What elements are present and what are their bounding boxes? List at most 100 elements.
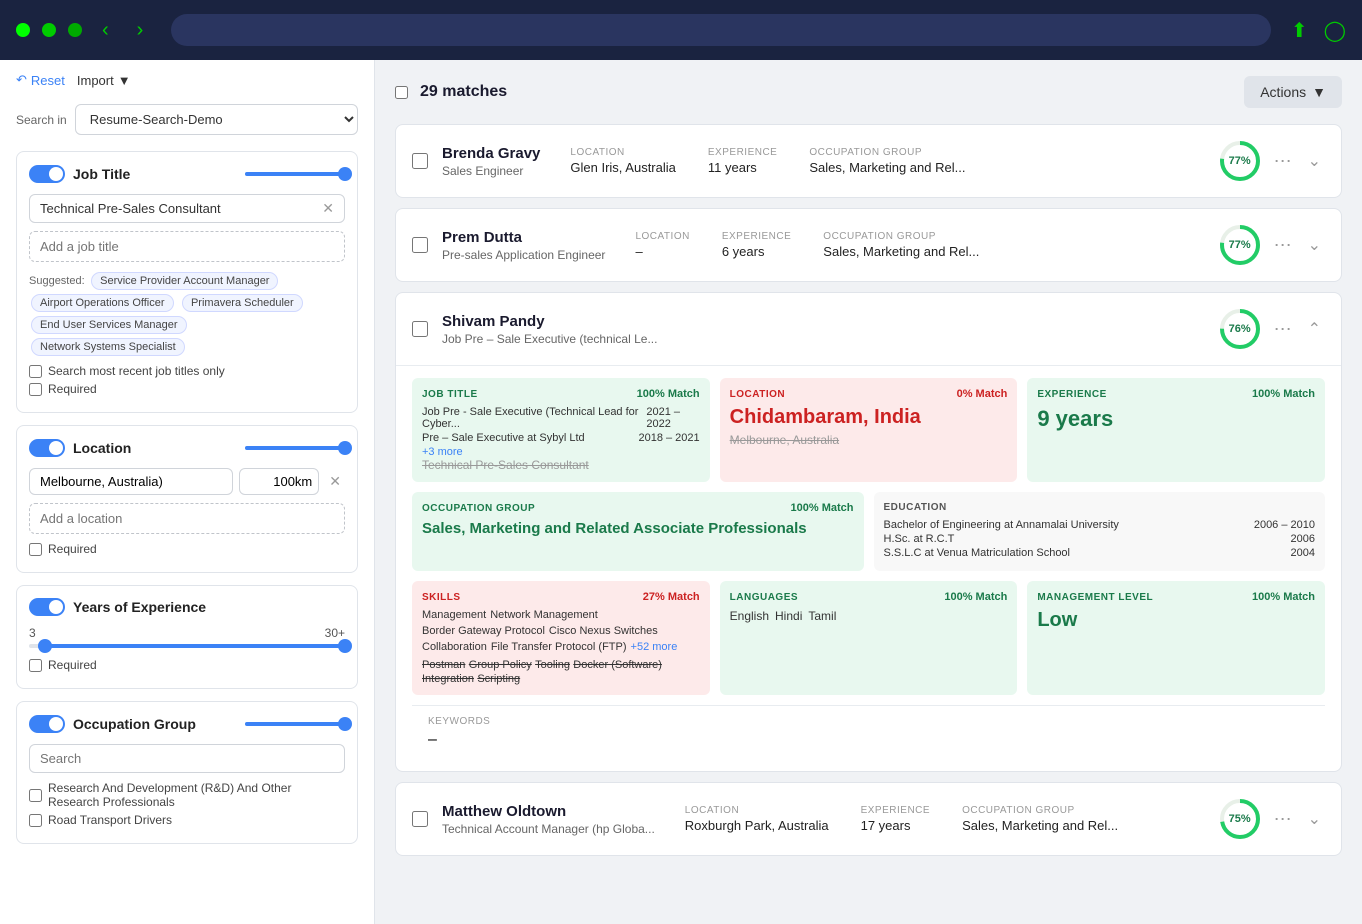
shivam-exp-header: EXPERIENCE 100% Match	[1037, 388, 1315, 400]
shivam-skills-more[interactable]: +52 more	[631, 641, 678, 653]
job-title-slider[interactable]	[245, 172, 345, 176]
expand-brenda[interactable]: ⌄	[1304, 147, 1325, 175]
checkbox-required-exp[interactable]	[29, 659, 42, 672]
occupation-search-input[interactable]	[29, 744, 345, 773]
add-location-input[interactable]	[29, 503, 345, 534]
reset-icon: ↶	[16, 72, 27, 88]
suggestion-tag-5[interactable]: Network Systems Specialist	[31, 338, 185, 356]
reset-label: Reset	[31, 73, 65, 88]
location-toggle[interactable]	[29, 439, 65, 457]
candidate-title-shivam: Job Pre – Sale Executive (technical Le..…	[442, 332, 657, 346]
checkbox-required-location[interactable]	[29, 543, 42, 556]
shivam-loc-label: LOCATION	[730, 389, 785, 400]
shivam-mgmt-content: Low	[1037, 609, 1315, 632]
reset-button[interactable]: ↶ Reset	[16, 72, 65, 88]
remove-location[interactable]: ✕	[325, 468, 345, 495]
shivam-languages-block: LANGUAGES 100% Match English Hindi Tamil	[720, 581, 1018, 695]
candidate-checkbox-matthew[interactable]	[412, 811, 428, 827]
forward-button[interactable]: ›	[129, 15, 152, 46]
checkbox-recent-label: Search most recent job titles only	[48, 364, 225, 378]
checkbox-recent[interactable]	[29, 365, 42, 378]
suggested-label: Suggested:	[29, 275, 85, 287]
actions-button[interactable]: Actions ▼	[1244, 76, 1342, 108]
user-icon[interactable]: ◯	[1324, 18, 1346, 43]
occupation-list: Research And Development (R&D) And Other…	[29, 781, 345, 831]
remove-job-title[interactable]: ✕	[322, 200, 334, 217]
select-all-checkbox[interactable]	[395, 86, 408, 99]
shivam-jt-match: 100% Match	[637, 388, 700, 400]
shivam-edu-content: Bachelor of Engineering at Annamalai Uni…	[884, 519, 1316, 559]
suggestion-tag-3[interactable]: Primavera Scheduler	[182, 294, 303, 312]
candidate-name-shivam[interactable]: Shivam Pandy	[442, 313, 657, 330]
more-options-brenda[interactable]: ⋯	[1270, 147, 1296, 176]
collapse-shivam[interactable]: ⌃	[1304, 315, 1325, 343]
job-title-toggle[interactable]	[29, 165, 65, 183]
candidate-title-matthew: Technical Account Manager (hp Globa...	[442, 822, 655, 836]
score-brenda: 77%	[1218, 139, 1262, 183]
upload-icon[interactable]: ⬆	[1291, 18, 1308, 43]
candidate-name-brenda[interactable]: Brenda Gravy	[442, 145, 540, 162]
candidate-meta-prem: LOCATION – EXPERIENCE 6 years OCCUPATION…	[635, 231, 1203, 259]
experience-header: Years of Experience	[29, 598, 345, 616]
occupation-slider[interactable]	[245, 722, 345, 726]
candidate-name-matthew[interactable]: Matthew Oldtown	[442, 803, 655, 820]
suggestion-tag-1[interactable]: Service Provider Account Manager	[91, 272, 278, 290]
shivam-jt-content: Job Pre - Sale Executive (Technical Lead…	[422, 406, 700, 472]
shivam-jt-strikethrough: Technical Pre-Sales Consultant	[422, 458, 700, 472]
expand-matthew[interactable]: ⌄	[1304, 805, 1325, 833]
shivam-jt-entry1: Job Pre - Sale Executive (Technical Lead…	[422, 406, 700, 430]
url-bar[interactable]	[171, 14, 1271, 46]
candidate-checkbox-brenda[interactable]	[412, 153, 428, 169]
checkbox-required-exp-row: Required	[29, 658, 345, 672]
import-button[interactable]: Import ▼	[77, 73, 131, 88]
chevron-down-icon: ▼	[118, 73, 131, 88]
search-in-select[interactable]: Resume-Search-Demo	[75, 104, 358, 135]
checkbox-required-jobtitle[interactable]	[29, 383, 42, 396]
more-options-matthew[interactable]: ⋯	[1270, 805, 1296, 834]
location-slider[interactable]	[245, 446, 345, 450]
occupation-toggle[interactable]	[29, 715, 65, 733]
experience-label: Years of Experience	[73, 599, 206, 615]
score-text-prem: 77%	[1229, 239, 1251, 251]
shivam-jt-more[interactable]: +3 more	[422, 446, 700, 458]
more-options-prem[interactable]: ⋯	[1270, 231, 1296, 260]
candidate-title-prem: Pre-sales Application Engineer	[442, 248, 605, 262]
checkbox-required-label-jobtitle: Required	[48, 382, 97, 396]
shivam-loc-header: LOCATION 0% Match	[730, 388, 1008, 400]
job-title-label: Job Title	[73, 166, 130, 182]
location-input[interactable]	[29, 468, 233, 495]
more-options-shivam[interactable]: ⋯	[1270, 315, 1296, 344]
score-shivam: 76%	[1218, 307, 1262, 351]
shivam-edu-1: Bachelor of Engineering at Annamalai Uni…	[884, 519, 1316, 531]
checkbox-required-label-location: Required	[48, 542, 97, 556]
shivam-keywords-section: KEYWORDS –	[412, 705, 1325, 759]
location-input-row: ✕	[29, 468, 345, 495]
occupation-checkbox-2[interactable]	[29, 814, 42, 827]
expand-prem[interactable]: ⌄	[1304, 231, 1325, 259]
candidate-meta-brenda: LOCATION Glen Iris, Australia EXPERIENCE…	[570, 147, 1203, 175]
suggestion-tag-4[interactable]: End User Services Manager	[31, 316, 187, 334]
shivam-education-block: EDUCATION Bachelor of Engineering at Ann…	[874, 492, 1326, 571]
candidate-checkbox-shivam[interactable]	[412, 321, 428, 337]
meta-occupation-matthew: OCCUPATION GROUP Sales, Marketing and Re…	[962, 805, 1118, 833]
exp-slider-max[interactable]	[338, 639, 352, 653]
shivam-occ-value: Sales, Marketing and Related Associate P…	[422, 520, 854, 537]
exp-slider[interactable]	[29, 644, 345, 648]
candidate-info-matthew: Matthew Oldtown Technical Account Manage…	[442, 803, 655, 836]
location-filter: Location ✕ Required	[16, 425, 358, 573]
suggestion-tag-2[interactable]: Airport Operations Officer	[31, 294, 174, 312]
experience-toggle[interactable]	[29, 598, 65, 616]
km-input[interactable]	[239, 468, 319, 495]
shivam-mgmt-header: MANAGEMENT LEVEL 100% Match	[1037, 591, 1315, 603]
add-job-title-input[interactable]	[29, 231, 345, 262]
back-button[interactable]: ‹	[94, 15, 117, 46]
import-label: Import	[77, 73, 114, 88]
exp-slider-min[interactable]	[38, 639, 52, 653]
shivam-skills-strikethrough: Postman Group Policy Tooling Docker (Sof…	[422, 657, 700, 685]
occupation-checkbox-1[interactable]	[29, 789, 42, 802]
job-title-header: Job Title	[29, 164, 345, 184]
card-actions-brenda: 77% ⋯ ⌄	[1218, 139, 1325, 183]
candidate-name-prem[interactable]: Prem Dutta	[442, 229, 605, 246]
candidate-checkbox-prem[interactable]	[412, 237, 428, 253]
shivam-edu-3: S.S.L.C at Venua Matriculation School 20…	[884, 547, 1316, 559]
